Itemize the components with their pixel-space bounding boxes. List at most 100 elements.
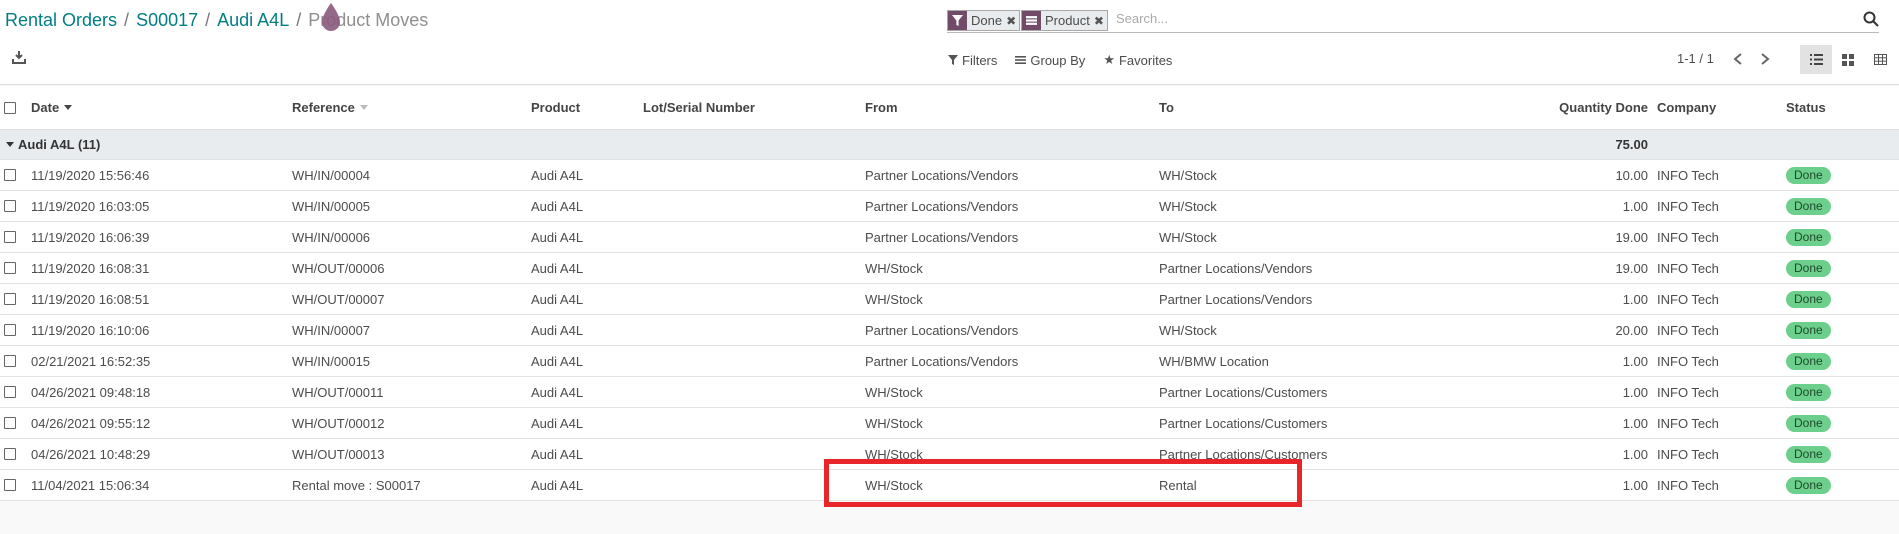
cell-status: Done: [1786, 160, 1831, 190]
row-select[interactable]: [4, 408, 16, 438]
column-header-quantity[interactable]: Quantity Done: [1559, 86, 1648, 129]
checkbox[interactable]: [4, 355, 16, 367]
column-header-lot[interactable]: Lot/Serial Number: [643, 86, 755, 129]
checkbox[interactable]: [4, 386, 16, 398]
row-select[interactable]: [4, 377, 16, 407]
close-icon[interactable]: ✖: [1094, 14, 1107, 28]
search-bar: Done ✖ Product ✖: [947, 9, 1879, 33]
status-badge: Done: [1786, 414, 1831, 432]
column-header-date[interactable]: Date: [31, 86, 73, 129]
search-input[interactable]: [1114, 10, 1818, 27]
cell-from: Partner Locations/Vendors: [865, 198, 1019, 214]
close-icon[interactable]: ✖: [1006, 14, 1019, 28]
column-header-company[interactable]: Company: [1657, 86, 1716, 129]
cell-product: Audi A4L: [531, 446, 584, 462]
favorites-button[interactable]: ★ Favorites: [1103, 52, 1172, 68]
cell-quantity: 1.00: [1622, 353, 1648, 369]
cell-to: WH/BMW Location: [1159, 353, 1269, 369]
search-options: Filters Group By ★ Favorites: [948, 52, 1172, 68]
cell-reference: Rental move : S00017: [292, 477, 421, 493]
cell-date: 11/19/2020 16:10:06: [31, 322, 150, 338]
bars-icon: [1015, 56, 1027, 64]
pager-value[interactable]: 1-1 / 1: [1677, 51, 1714, 66]
table-row[interactable]: 11/19/2020 16:06:39 WH/IN/00006 Audi A4L Pa…: [0, 222, 1899, 253]
breadcrumb-product[interactable]: Audi A4L: [217, 10, 289, 30]
table-row[interactable]: 11/19/2020 15:56:46 WH/IN/00004 Audi A4L Pa…: [0, 160, 1899, 191]
checkbox[interactable]: [4, 293, 16, 305]
status-badge: Done: [1786, 445, 1831, 463]
checkbox[interactable]: [4, 101, 16, 114]
row-select[interactable]: [4, 470, 16, 500]
search-icon[interactable]: [1863, 11, 1879, 27]
table-row[interactable]: 11/19/2020 16:10:06 WH/IN/00007 Audi A4L Pa…: [0, 315, 1899, 346]
cell-from: WH/Stock: [865, 260, 923, 276]
column-label: Date: [31, 100, 60, 115]
kanban-view-icon[interactable]: [1832, 45, 1864, 74]
checkbox[interactable]: [4, 479, 16, 491]
checkbox[interactable]: [4, 231, 16, 243]
search-facet-filter[interactable]: Done ✖: [947, 10, 1021, 31]
row-select[interactable]: [4, 222, 16, 252]
row-select[interactable]: [4, 439, 16, 469]
cell-product: Audi A4L: [531, 291, 584, 307]
column-header-to[interactable]: To: [1159, 86, 1174, 129]
checkbox[interactable]: [4, 417, 16, 429]
cell-status: Done: [1786, 470, 1831, 500]
breadcrumb: Rental Orders / S00017/Audi A4L / Product Mo…: [5, 10, 428, 31]
group-icon: [1022, 11, 1041, 30]
group-row[interactable]: Audi A4L (11) 75.00: [0, 130, 1899, 160]
table-row[interactable]: 04/26/2021 09:55:12 WH/OUT/00012 Audi A4L W…: [0, 408, 1899, 439]
filters-button[interactable]: Filters: [948, 52, 997, 68]
download-icon[interactable]: [12, 50, 26, 64]
row-select[interactable]: [4, 160, 16, 190]
table-row[interactable]: 11/19/2020 16:08:31 WH/OUT/00006 Audi A4L W…: [0, 253, 1899, 284]
column-header-product[interactable]: Product: [531, 86, 580, 129]
filter-icon: [948, 11, 967, 30]
row-select[interactable]: [4, 253, 16, 283]
table-header: Date Reference Product Lot/Serial Number…: [0, 86, 1899, 130]
table-row[interactable]: 11/19/2020 16:08:51 WH/OUT/00007 Audi A4L W…: [0, 284, 1899, 315]
row-select[interactable]: [4, 346, 16, 376]
column-header-status[interactable]: Status: [1786, 86, 1826, 129]
checkbox[interactable]: [4, 169, 16, 181]
cell-status: Done: [1786, 284, 1831, 314]
row-select[interactable]: [4, 284, 16, 314]
cell-from: WH/Stock: [865, 446, 923, 462]
table-row[interactable]: 11/19/2020 16:03:05 WH/IN/00005 Audi A4L Pa…: [0, 191, 1899, 222]
cell-date: 11/19/2020 16:06:39: [31, 229, 150, 245]
cell-company: INFO Tech: [1657, 446, 1719, 462]
breadcrumb-rental-orders[interactable]: Rental Orders: [5, 10, 117, 30]
checkbox[interactable]: [4, 200, 16, 212]
checkbox[interactable]: [4, 324, 16, 336]
breadcrumb-separator: /: [124, 10, 130, 30]
pivot-view-icon[interactable]: [1864, 45, 1896, 74]
column-header-reference[interactable]: Reference: [292, 86, 368, 129]
chevron-left-icon[interactable]: [1728, 49, 1748, 69]
cell-company: INFO Tech: [1657, 167, 1719, 183]
breadcrumb-order[interactable]: S00017: [136, 10, 198, 30]
cell-company: INFO Tech: [1657, 229, 1719, 245]
cell-status: Done: [1786, 191, 1831, 221]
filter-icon: [948, 55, 958, 65]
table-row[interactable]: 04/26/2021 09:48:18 WH/OUT/00011 Audi A4L W…: [0, 377, 1899, 408]
cell-company: INFO Tech: [1657, 260, 1719, 276]
search-facet-groupby[interactable]: Product ✖: [1021, 10, 1108, 31]
cell-company: INFO Tech: [1657, 291, 1719, 307]
table-row[interactable]: 02/21/2021 16:52:35 WH/IN/00015 Audi A4L Pa…: [0, 346, 1899, 377]
list-view-icon[interactable]: [1800, 45, 1832, 74]
cell-to: WH/Stock: [1159, 198, 1217, 214]
checkbox[interactable]: [4, 262, 16, 274]
chevron-right-icon[interactable]: [1755, 49, 1775, 69]
cell-company: INFO Tech: [1657, 198, 1719, 214]
row-select[interactable]: [4, 315, 16, 345]
group-by-button[interactable]: Group By: [1015, 52, 1085, 68]
table-row[interactable]: 04/26/2021 10:48:29 WH/OUT/00013 Audi A4L W…: [0, 439, 1899, 470]
sort-icon: [359, 105, 368, 110]
row-select[interactable]: [4, 191, 16, 221]
table-row[interactable]: 11/04/2021 15:06:34 Rental move : S00017 A…: [0, 470, 1899, 501]
column-header-from[interactable]: From: [865, 86, 898, 129]
cell-to: Partner Locations/Vendors: [1159, 291, 1313, 307]
cell-reference: WH/OUT/00013: [292, 446, 385, 462]
checkbox[interactable]: [4, 448, 16, 460]
select-all-checkbox[interactable]: [4, 86, 16, 129]
